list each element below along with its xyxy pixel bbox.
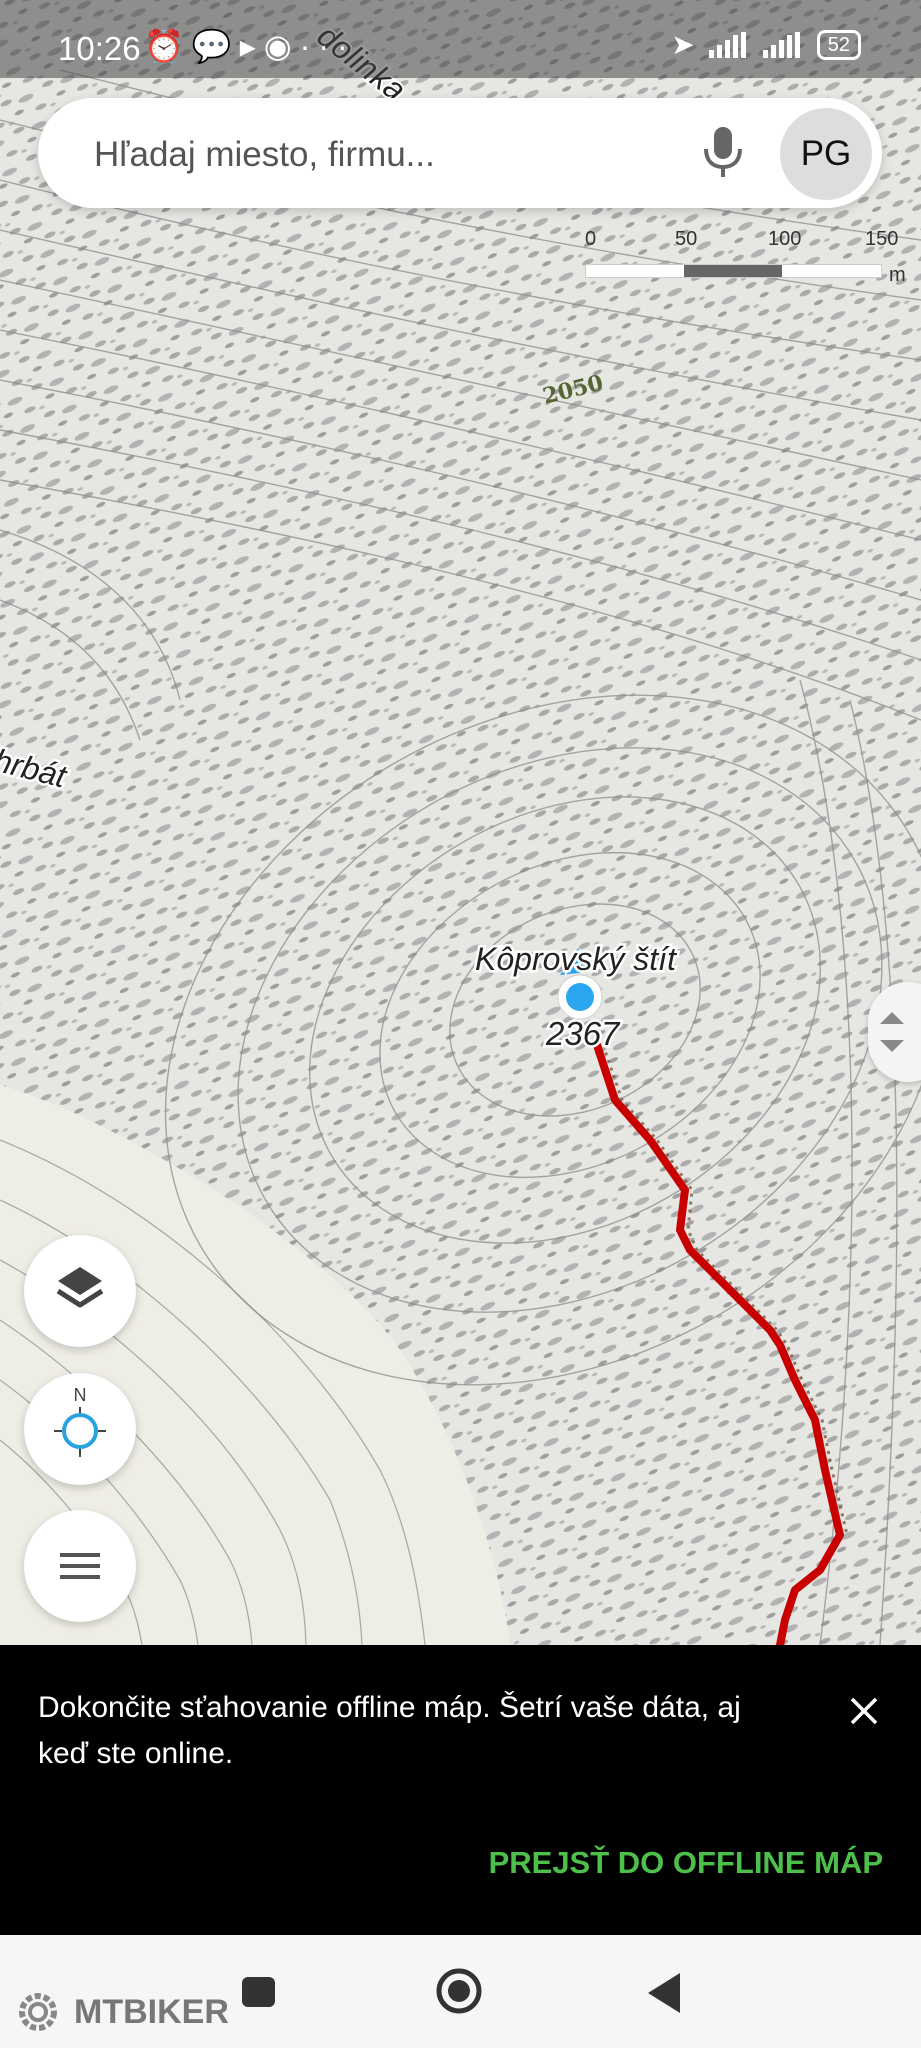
side-panel-handle[interactable] — [868, 982, 921, 1082]
compass-icon: N — [54, 1385, 106, 1457]
status-icons-left: ⏰💬▸◉··· — [144, 27, 356, 65]
layers-button[interactable] — [24, 1235, 136, 1347]
layers-icon — [56, 1267, 104, 1308]
scale-label: 150 — [865, 228, 899, 250]
more-icon: ··· — [299, 28, 356, 64]
recent-apps-button[interactable] — [242, 1977, 275, 2007]
expand-arrows-icon — [880, 1012, 904, 1052]
status-bar: 10:26 ⏰💬▸◉··· ➤ 52 — [0, 0, 921, 78]
alarm-icon: ⏰ — [144, 28, 192, 64]
search-bar[interactable]: Hľadaj miesto, firmu... PG — [38, 98, 882, 208]
watermark-text: MTBIKER — [74, 1993, 229, 2031]
compass-button[interactable]: N — [24, 1373, 136, 1485]
menu-icon — [60, 1553, 100, 1579]
close-icon[interactable] — [844, 1691, 884, 1731]
map-scale: 0 50 100 150 m — [585, 228, 906, 288]
peak-elevation-label: 2367 — [545, 1015, 621, 1052]
location-arrow-icon: ➤ — [671, 29, 695, 60]
battery-icon: 52 — [816, 29, 861, 60]
scale-unit: m — [889, 264, 906, 286]
scale-bar — [585, 264, 882, 278]
avatar[interactable]: PG — [780, 108, 872, 200]
compass-label: N — [74, 1385, 87, 1405]
watermark: MTBIKER — [12, 1987, 229, 2037]
go-to-offline-maps-button[interactable]: PREJSŤ DO OFFLINE MÁP — [489, 1845, 883, 1881]
offline-maps-snackbar: Dokončite sťahovanie offline máp. Šetrí … — [0, 1645, 921, 1935]
home-button[interactable] — [435, 1967, 483, 2015]
snackbar-message: Dokončite sťahovanie offline máp. Šetrí … — [38, 1691, 741, 1770]
status-time: 10:26 — [58, 30, 141, 67]
gear-logo-icon — [19, 1993, 57, 2031]
signal-icon — [762, 31, 800, 58]
scale-label: 100 — [768, 228, 802, 250]
microphone-icon[interactable] — [693, 121, 753, 185]
back-button[interactable] — [644, 1971, 684, 2015]
signal-icon — [708, 31, 746, 58]
scale-label: 50 — [675, 228, 698, 250]
status-icons-right: ➤ 52 — [671, 28, 861, 61]
scale-label: 0 — [585, 228, 597, 250]
menu-button[interactable] — [24, 1510, 136, 1622]
play-icon: ▸ — [239, 28, 264, 64]
record-icon: ◉ — [263, 28, 300, 64]
search-input[interactable]: Hľadaj miesto, firmu... — [94, 135, 435, 175]
chat-icon: 💬 — [191, 28, 240, 64]
peak-name-label: Kôprovský štít — [475, 941, 677, 977]
